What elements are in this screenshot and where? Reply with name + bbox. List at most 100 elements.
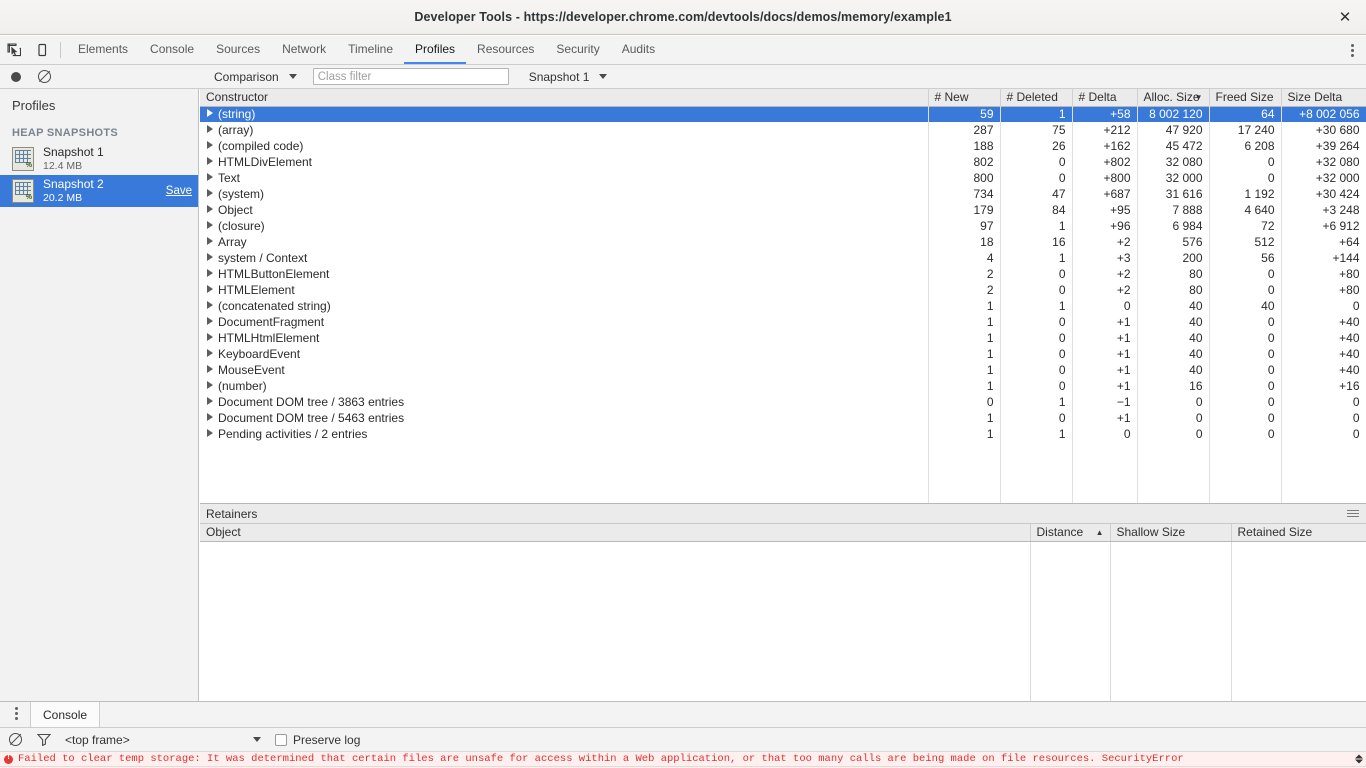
- expand-triangle-icon[interactable]: [207, 285, 213, 293]
- record-icon[interactable]: [11, 71, 21, 82]
- scroll-stepper[interactable]: [1355, 754, 1363, 764]
- close-icon[interactable]: ✕: [1332, 4, 1358, 30]
- preserve-log-toggle[interactable]: Preserve log: [275, 733, 360, 747]
- column-header-shallow-size[interactable]: Shallow Size: [1110, 524, 1232, 542]
- table-row[interactable]: Document DOM tree / 5463 entries 1 0 +1 0 0 0: [200, 410, 1366, 426]
- tab-profiles[interactable]: Profiles: [404, 36, 467, 64]
- column-header-deleted[interactable]: # Deleted: [1000, 89, 1073, 107]
- cell-size-delta: +3 248: [1281, 202, 1366, 218]
- column-header-freed-size[interactable]: Freed Size: [1209, 89, 1282, 107]
- tab-resources[interactable]: Resources: [466, 36, 545, 64]
- clear-console-icon[interactable]: [9, 733, 22, 746]
- view-mode-select[interactable]: Comparison: [210, 70, 301, 84]
- cell-delta: +1: [1072, 362, 1138, 378]
- retainers-header-row: Object ▲ Distance Shallow Size Retained S…: [200, 524, 1366, 542]
- table-row[interactable]: (array) 287 75 +212 47 920 17 240 +30 680: [200, 122, 1366, 138]
- expand-triangle-icon[interactable]: [207, 349, 213, 357]
- expand-triangle-icon[interactable]: [207, 381, 213, 389]
- expand-triangle-icon[interactable]: [207, 317, 213, 325]
- tab-elements[interactable]: Elements: [67, 36, 139, 64]
- inspect-element-icon[interactable]: [0, 36, 28, 64]
- table-row[interactable]: Pending activities / 2 entries 1 1 0 0 0 0: [200, 426, 1366, 442]
- table-row[interactable]: (compiled code) 188 26 +162 45 472 6 208 +39 2…: [200, 138, 1366, 154]
- sidebar-item-snapshot-1[interactable]: % Snapshot 1 12.4 MB: [0, 143, 198, 175]
- column-label: Alloc. Size: [1143, 90, 1200, 105]
- table-row[interactable]: HTMLButtonElement 2 0 +2 80 0 +80: [200, 266, 1366, 282]
- more-vertical-icon[interactable]: [1342, 39, 1362, 61]
- expand-triangle-icon[interactable]: [207, 221, 213, 229]
- tab-timeline[interactable]: Timeline: [337, 36, 404, 64]
- table-row[interactable]: (closure) 97 1 +96 6 984 72 +6 912: [200, 218, 1366, 234]
- table-row[interactable]: (number) 1 0 +1 16 0 +16: [200, 378, 1366, 394]
- expand-triangle-icon[interactable]: [207, 269, 213, 277]
- more-vertical-icon[interactable]: [6, 702, 26, 724]
- table-row[interactable]: KeyboardEvent 1 0 +1 40 0 +40: [200, 346, 1366, 362]
- expand-triangle-icon[interactable]: [207, 237, 213, 245]
- hamburger-menu-icon[interactable]: [1347, 510, 1359, 517]
- expand-triangle-icon[interactable]: [207, 125, 213, 133]
- preserve-log-checkbox[interactable]: [275, 733, 287, 746]
- view-mode-label: Comparison: [214, 69, 279, 84]
- table-row[interactable]: Object 179 84 +95 7 888 4 640 +3 248: [200, 202, 1366, 218]
- expand-triangle-icon[interactable]: [207, 413, 213, 421]
- expand-triangle-icon[interactable]: [207, 109, 213, 118]
- tab-audits[interactable]: Audits: [611, 36, 666, 64]
- expand-triangle-icon[interactable]: [207, 365, 213, 373]
- device-toolbar-icon[interactable]: [28, 36, 56, 64]
- tab-security[interactable]: Security: [545, 36, 610, 64]
- column-header-delta[interactable]: # Delta: [1072, 89, 1138, 107]
- retainers-panel: Retainers Object ▲ Distance Shallow Size …: [200, 503, 1366, 701]
- table-row[interactable]: MouseEvent 1 0 +1 40 0 +40: [200, 362, 1366, 378]
- table-row[interactable]: DocumentFragment 1 0 +1 40 0 +40: [200, 314, 1366, 330]
- cell-size-delta: +80: [1281, 282, 1366, 298]
- save-snapshot-link[interactable]: Save: [166, 185, 192, 197]
- column-label: # Delta: [1078, 90, 1117, 105]
- table-row[interactable]: (concatenated string) 1 1 0 40 40 0: [200, 298, 1366, 314]
- table-row[interactable]: (system) 734 47 +687 31 616 1 192 +30 424: [200, 186, 1366, 202]
- expand-triangle-icon[interactable]: [207, 253, 213, 261]
- column-header-constructor[interactable]: Constructor: [200, 89, 929, 107]
- drawer-tab-console[interactable]: Console: [30, 702, 101, 727]
- expand-triangle-icon[interactable]: [207, 173, 213, 181]
- cell-delta: −1: [1072, 394, 1138, 410]
- expand-triangle-icon[interactable]: [207, 157, 213, 165]
- expand-triangle-icon[interactable]: [207, 333, 213, 341]
- expand-triangle-icon[interactable]: [207, 397, 213, 405]
- expand-triangle-icon[interactable]: [207, 205, 213, 213]
- cell-alloc-size: 47 920: [1137, 122, 1210, 138]
- clear-icon[interactable]: [38, 70, 51, 83]
- tab-network[interactable]: Network: [271, 36, 337, 64]
- tab-console[interactable]: Console: [139, 36, 205, 64]
- table-row[interactable]: HTMLElement 2 0 +2 80 0 +80: [200, 282, 1366, 298]
- cell-constructor: (number): [200, 378, 929, 394]
- column-header-alloc-size[interactable]: ▼ Alloc. Size: [1137, 89, 1210, 107]
- table-row[interactable]: system / Context 4 1 +3 200 56 +144: [200, 250, 1366, 266]
- table-row[interactable]: HTMLHtmlElement 1 0 +1 40 0 +40: [200, 330, 1366, 346]
- expand-triangle-icon[interactable]: [207, 141, 213, 149]
- column-header-distance[interactable]: ▲ Distance: [1030, 524, 1111, 542]
- retainers-table: Object ▲ Distance Shallow Size Retained S…: [200, 524, 1366, 542]
- baseline-snapshot-select[interactable]: Snapshot 1: [525, 70, 612, 84]
- table-row[interactable]: Text 800 0 +800 32 000 0 +32 000: [200, 170, 1366, 186]
- column-header-size-delta[interactable]: Size Delta: [1281, 89, 1366, 107]
- expand-triangle-icon[interactable]: [207, 301, 213, 309]
- cell-alloc-size: 0: [1137, 426, 1210, 442]
- filter-icon[interactable]: [36, 733, 52, 747]
- column-header-new[interactable]: # New: [928, 89, 1001, 107]
- tab-sources[interactable]: Sources: [205, 36, 271, 64]
- table-row[interactable]: Document DOM tree / 3863 entries 0 1 −1 0 0 0: [200, 394, 1366, 410]
- expand-triangle-icon[interactable]: [207, 189, 213, 197]
- column-header-object[interactable]: Object: [200, 524, 1031, 542]
- constructor-label: (compiled code): [218, 139, 304, 153]
- class-filter-input[interactable]: [312, 68, 509, 85]
- expand-triangle-icon[interactable]: [207, 429, 213, 437]
- table-row[interactable]: (string) 59 1 +58 8 002 120 64 +8 002 056: [200, 106, 1366, 122]
- column-header-retained-size[interactable]: Retained Size: [1231, 524, 1366, 542]
- sidebar-item-snapshot-2[interactable]: % Snapshot 2 20.2 MB Save: [0, 175, 198, 207]
- cell-delta: +800: [1072, 170, 1138, 186]
- cell-size-delta: +144: [1281, 250, 1366, 266]
- table-row[interactable]: Array 18 16 +2 576 512 +64: [200, 234, 1366, 250]
- execution-context-select[interactable]: <top frame>: [65, 733, 261, 747]
- table-row[interactable]: HTMLDivElement 802 0 +802 32 080 0 +32 080: [200, 154, 1366, 170]
- constructor-label: HTMLDivElement: [218, 155, 313, 169]
